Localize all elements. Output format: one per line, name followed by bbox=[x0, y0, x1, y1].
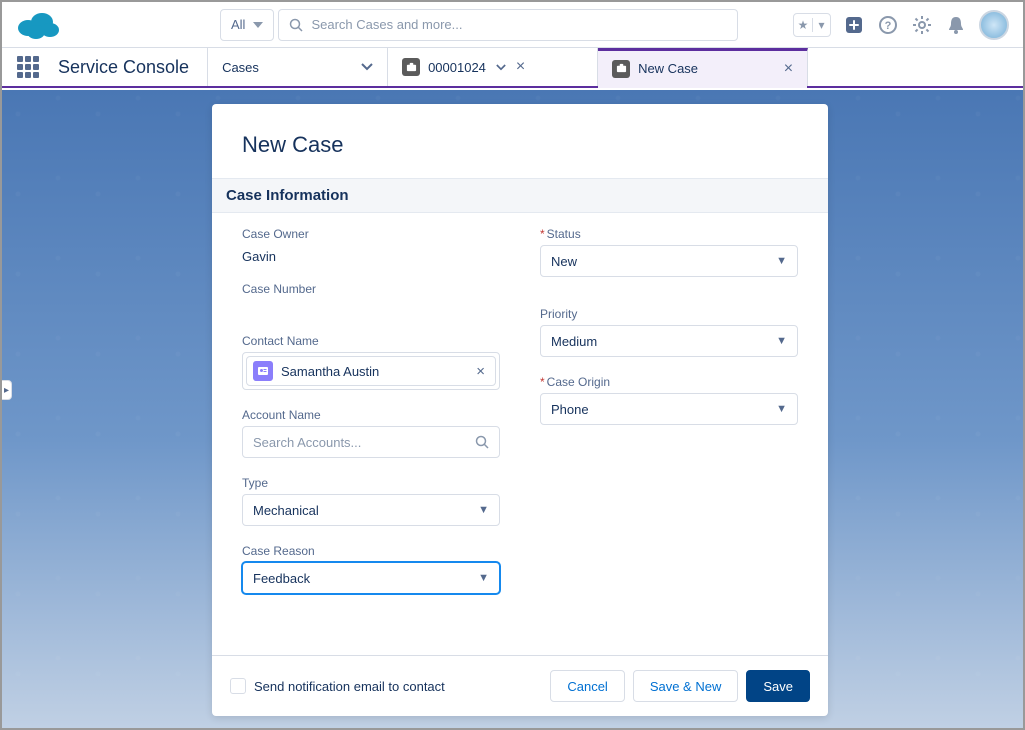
search-scope-label: All bbox=[231, 17, 245, 32]
tab-label: 00001024 bbox=[428, 60, 486, 75]
field-type: Type Mechanical ▼ bbox=[242, 476, 500, 526]
field-label: Case Number bbox=[242, 282, 500, 296]
help-icon[interactable]: ? bbox=[877, 14, 899, 36]
picklist-value: Phone bbox=[551, 402, 589, 417]
salesforce-logo bbox=[16, 10, 60, 40]
chevron-down-icon[interactable] bbox=[496, 64, 506, 71]
account-search-input[interactable] bbox=[253, 435, 475, 450]
modal-title: New Case bbox=[212, 104, 828, 178]
search-icon bbox=[475, 435, 489, 449]
picklist-value: Medium bbox=[551, 334, 597, 349]
field-priority: Priority Medium ▼ bbox=[540, 307, 798, 357]
field-status: *Status New ▼ bbox=[540, 227, 798, 277]
contact-pill-name: Samantha Austin bbox=[281, 364, 472, 379]
form-left-column: Case Owner Gavin Case Number Contact Nam… bbox=[242, 227, 500, 612]
header-actions: ★ ▾ ? bbox=[793, 10, 1009, 40]
caret-down-icon: ▼ bbox=[478, 504, 489, 516]
pill-remove-icon[interactable]: × bbox=[472, 363, 489, 380]
picklist-value: Feedback bbox=[253, 571, 310, 586]
field-case-number: Case Number bbox=[242, 282, 500, 304]
picklist-value: Mechanical bbox=[253, 503, 319, 518]
case-icon bbox=[402, 58, 420, 76]
caret-down-icon: ▼ bbox=[776, 335, 787, 347]
notify-checkbox[interactable] bbox=[230, 678, 246, 694]
workspace-tab-new-case[interactable]: New Case × bbox=[598, 48, 808, 86]
app-launcher[interactable] bbox=[2, 48, 54, 86]
form-right-column: *Status New ▼ Priority Medium ▼ bbox=[540, 227, 798, 612]
contact-pill: Samantha Austin × bbox=[246, 356, 496, 386]
workspace-tabs: Service Console Cases 00001024 × New Cas… bbox=[2, 48, 1023, 88]
field-label: *Status bbox=[540, 227, 798, 241]
case-icon bbox=[612, 60, 630, 78]
split-view-toggle[interactable]: ▸ bbox=[2, 380, 12, 400]
notify-label: Send notification email to contact bbox=[254, 679, 445, 694]
user-avatar[interactable] bbox=[979, 10, 1009, 40]
field-case-origin: *Case Origin Phone ▼ bbox=[540, 375, 798, 425]
stage: ▸ New Case Case Information Case Owner G… bbox=[2, 90, 1023, 728]
waffle-icon bbox=[17, 56, 39, 78]
modal-footer: Send notification email to contact Cance… bbox=[212, 655, 828, 716]
search-scope-dropdown[interactable]: All bbox=[220, 9, 274, 41]
caret-down-icon: ▼ bbox=[776, 255, 787, 267]
contact-icon bbox=[253, 361, 273, 381]
field-case-owner: Case Owner Gavin bbox=[242, 227, 500, 264]
tab-label: New Case bbox=[638, 61, 698, 76]
field-case-reason: Case Reason Feedback ▼ bbox=[242, 544, 500, 594]
field-label: Case Owner bbox=[242, 227, 500, 241]
account-name-lookup[interactable] bbox=[242, 426, 500, 458]
caret-down-icon: ▼ bbox=[478, 572, 489, 584]
case-owner-value: Gavin bbox=[242, 245, 500, 264]
tab-close-icon[interactable]: × bbox=[516, 59, 525, 75]
field-label: Priority bbox=[540, 307, 798, 321]
picklist-value: New bbox=[551, 254, 577, 269]
form-body: Case Owner Gavin Case Number Contact Nam… bbox=[212, 213, 828, 655]
field-contact-name: Contact Name Samantha Austin × bbox=[242, 334, 500, 390]
global-actions-button[interactable] bbox=[843, 14, 865, 36]
setup-gear-icon[interactable] bbox=[911, 14, 933, 36]
save-button[interactable]: Save bbox=[746, 670, 810, 702]
field-label: Contact Name bbox=[242, 334, 500, 348]
caret-down-icon: ▼ bbox=[776, 403, 787, 415]
caret-down-icon bbox=[253, 22, 263, 28]
caret-down-icon: ▾ bbox=[812, 18, 830, 32]
field-label: *Case Origin bbox=[540, 375, 798, 389]
global-search-input[interactable] bbox=[311, 17, 727, 32]
app-name: Service Console bbox=[54, 48, 208, 86]
nav-item-cases[interactable]: Cases bbox=[208, 48, 388, 86]
new-case-modal: New Case Case Information Case Owner Gav… bbox=[212, 104, 828, 716]
field-label: Type bbox=[242, 476, 500, 490]
star-icon: ★ bbox=[794, 18, 812, 32]
chevron-down-icon[interactable] bbox=[361, 63, 373, 71]
notifications-bell-icon[interactable] bbox=[945, 14, 967, 36]
global-header: All ★ ▾ ? bbox=[2, 2, 1023, 48]
case-number-value bbox=[242, 300, 500, 304]
status-picklist[interactable]: New ▼ bbox=[540, 245, 798, 277]
search-icon bbox=[289, 18, 303, 32]
type-picklist[interactable]: Mechanical ▼ bbox=[242, 494, 500, 526]
field-label: Case Reason bbox=[242, 544, 500, 558]
field-label: Account Name bbox=[242, 408, 500, 422]
tab-close-icon[interactable]: × bbox=[784, 61, 793, 77]
case-origin-picklist[interactable]: Phone ▼ bbox=[540, 393, 798, 425]
nav-item-label: Cases bbox=[222, 60, 259, 75]
favorites-toggle[interactable]: ★ ▾ bbox=[793, 13, 831, 37]
priority-picklist[interactable]: Medium ▼ bbox=[540, 325, 798, 357]
global-search[interactable] bbox=[278, 9, 738, 41]
case-reason-picklist[interactable]: Feedback ▼ bbox=[242, 562, 500, 594]
contact-name-lookup[interactable]: Samantha Austin × bbox=[242, 352, 500, 390]
workspace-tab-00001024[interactable]: 00001024 × bbox=[388, 48, 598, 86]
cancel-button[interactable]: Cancel bbox=[550, 670, 624, 702]
field-account-name: Account Name bbox=[242, 408, 500, 458]
save-and-new-button[interactable]: Save & New bbox=[633, 670, 739, 702]
svg-text:?: ? bbox=[885, 20, 892, 32]
section-case-information: Case Information bbox=[212, 178, 828, 213]
